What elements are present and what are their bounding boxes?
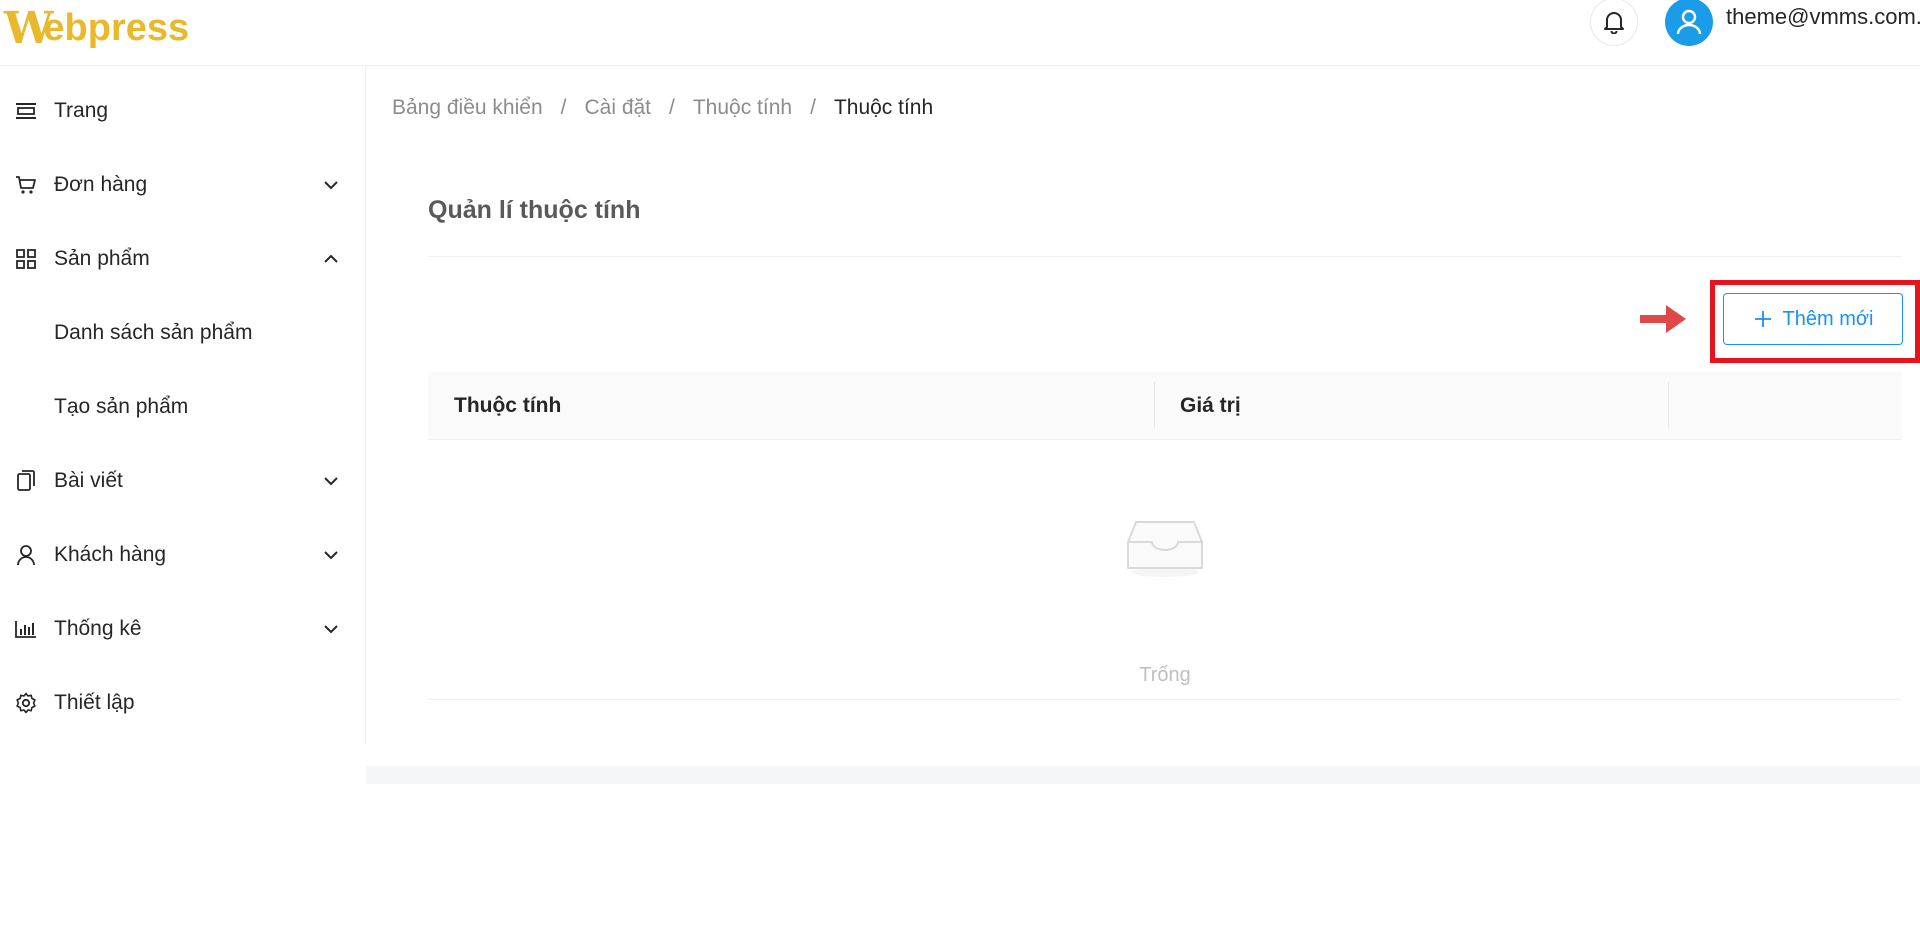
sidebar-item-label: Thiết lập [54, 691, 135, 714]
user-icon [1676, 9, 1702, 35]
sidebar-item-thiet-lap[interactable]: Thiết lập [0, 666, 366, 740]
cart-icon [14, 173, 38, 197]
user-avatar[interactable] [1665, 0, 1713, 46]
column-divider [1154, 382, 1155, 428]
grid-icon [14, 247, 38, 271]
breadcrumb-item-current: Thuộc tính [833, 96, 934, 119]
layout-icon [14, 99, 38, 123]
breadcrumb-separator: / [810, 96, 816, 119]
sidebar-item-label: Trang [54, 99, 109, 122]
column-divider [1668, 382, 1669, 428]
sidebar-item-san-pham[interactable]: Sản phẩm [0, 222, 366, 296]
sidebar-item-label: Danh sách sản phẩm [54, 321, 253, 344]
footer-strip [366, 766, 1920, 784]
user-icon [14, 543, 38, 567]
breadcrumb-separator: / [669, 96, 675, 119]
empty-inbox-icon [1127, 521, 1203, 577]
sidebar-item-label: Tạo sản phẩm [54, 395, 189, 418]
page-title: Quản lí thuộc tính [428, 196, 641, 224]
breadcrumb-separator: / [560, 96, 567, 119]
sidebar-item-label: Đơn hàng [54, 173, 148, 196]
sidebar-item-label: Khách hàng [54, 543, 167, 566]
add-new-button[interactable]: Thêm mới [1723, 293, 1903, 345]
sidebar-item-label: Thống kê [54, 617, 142, 640]
notification-button[interactable] [1590, 0, 1638, 46]
chevron-down-icon[interactable] [320, 174, 342, 196]
chevron-down-icon[interactable] [320, 544, 342, 566]
table-body-empty: Trống [428, 440, 1902, 700]
top-header: W ebpress theme@vmms.com.vn [0, 0, 1920, 66]
logo-text: ebpress [43, 6, 190, 49]
sidebar: Trang Đơn hàng Sản phẩm Danh sách sản ph… [0, 66, 366, 744]
bar-chart-icon [14, 617, 38, 641]
sidebar-item-label: Sản phẩm [54, 247, 150, 270]
sidebar-subitem-tao-san-pham[interactable]: Tạo sản phẩm [0, 370, 366, 444]
sidebar-item-trang[interactable]: Trang [0, 74, 366, 148]
title-divider [428, 256, 1902, 257]
plus-icon [1754, 311, 1771, 327]
bell-icon [1604, 12, 1624, 34]
breadcrumb-item-attributes[interactable]: Thuộc tính [693, 96, 792, 120]
chevron-down-icon[interactable] [320, 470, 342, 492]
column-header-value[interactable]: Giá trị [1180, 372, 1241, 440]
empty-state-text: Trống [1139, 664, 1191, 686]
sidebar-item-don-hang[interactable]: Đơn hàng [0, 148, 366, 222]
breadcrumb: Bảng điều khiển / Cài đặt / Thuộc tính /… [392, 96, 933, 120]
attributes-table: Thuộc tính Giá trị Trống [428, 372, 1902, 700]
table-header: Thuộc tính Giá trị [428, 372, 1902, 440]
copy-icon [14, 469, 38, 493]
sidebar-subitem-danh-sach-san-pham[interactable]: Danh sách sản phẩm [0, 296, 366, 370]
add-new-label: Thêm mới [1782, 307, 1874, 330]
breadcrumb-item-settings[interactable]: Cài đặt [584, 96, 651, 120]
chevron-up-icon[interactable] [320, 248, 342, 270]
sidebar-item-label: Bài viết [54, 469, 123, 492]
sidebar-item-khach-hang[interactable]: Khách hàng [0, 518, 366, 592]
webpress-logo[interactable]: W ebpress [4, 2, 189, 54]
arrow-right-icon [1640, 305, 1686, 333]
sidebar-item-bai-viet[interactable]: Bài viết [0, 444, 366, 518]
column-header-attribute[interactable]: Thuộc tính [454, 372, 561, 440]
chevron-down-icon[interactable] [320, 618, 342, 640]
sidebar-item-thong-ke[interactable]: Thống kê [0, 592, 366, 666]
gear-icon [14, 691, 38, 715]
breadcrumb-item-dashboard[interactable]: Bảng điều khiển [392, 96, 543, 120]
user-email[interactable]: theme@vmms.com.vn [1726, 4, 1920, 30]
